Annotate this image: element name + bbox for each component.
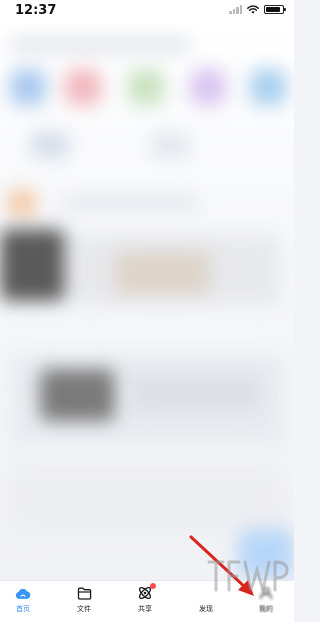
- tab-home[interactable]: 首页: [0, 585, 46, 621]
- main-content-blurred: [0, 24, 294, 580]
- blurred-header: [10, 34, 284, 56]
- blurred-row: [0, 132, 294, 162]
- cloud-icon: [15, 585, 31, 601]
- tab-files[interactable]: 文件: [61, 585, 107, 621]
- orbit-share-icon: [137, 583, 156, 601]
- profile-icon: [258, 585, 274, 601]
- tab-mine-label: 我的: [259, 605, 273, 613]
- wifi-icon: [247, 5, 259, 14]
- blurred-image: [0, 229, 65, 301]
- notification-badge: [150, 583, 156, 589]
- status-bar: 12:37: [0, 0, 294, 24]
- blurred-card: [10, 464, 285, 534]
- discover-icon: [198, 585, 214, 601]
- blurred-image: [115, 252, 210, 294]
- tab-files-label: 文件: [77, 605, 91, 613]
- blurred-shortcut-row: [0, 69, 294, 129]
- tab-home-label: 首页: [16, 605, 30, 613]
- tab-mine[interactable]: 我的: [243, 585, 289, 621]
- blurred-image: [40, 369, 115, 421]
- status-time: 12:37: [15, 3, 57, 18]
- signal-icon: [229, 5, 242, 14]
- blurred-row: [0, 189, 294, 229]
- battery-icon: [264, 5, 286, 14]
- tab-share-label: 共享: [138, 605, 152, 613]
- folder-icon: [76, 585, 92, 601]
- blurred-floating-button: [238, 529, 294, 579]
- bottom-tab-bar: 首页 文件 共享 发现 我的: [0, 580, 294, 622]
- blurred-text-block: [130, 376, 260, 412]
- tab-share[interactable]: 共享: [122, 583, 168, 621]
- tab-discover[interactable]: 发现: [183, 585, 229, 621]
- tab-discover-label: 发现: [199, 605, 213, 613]
- system-icons: [229, 5, 286, 14]
